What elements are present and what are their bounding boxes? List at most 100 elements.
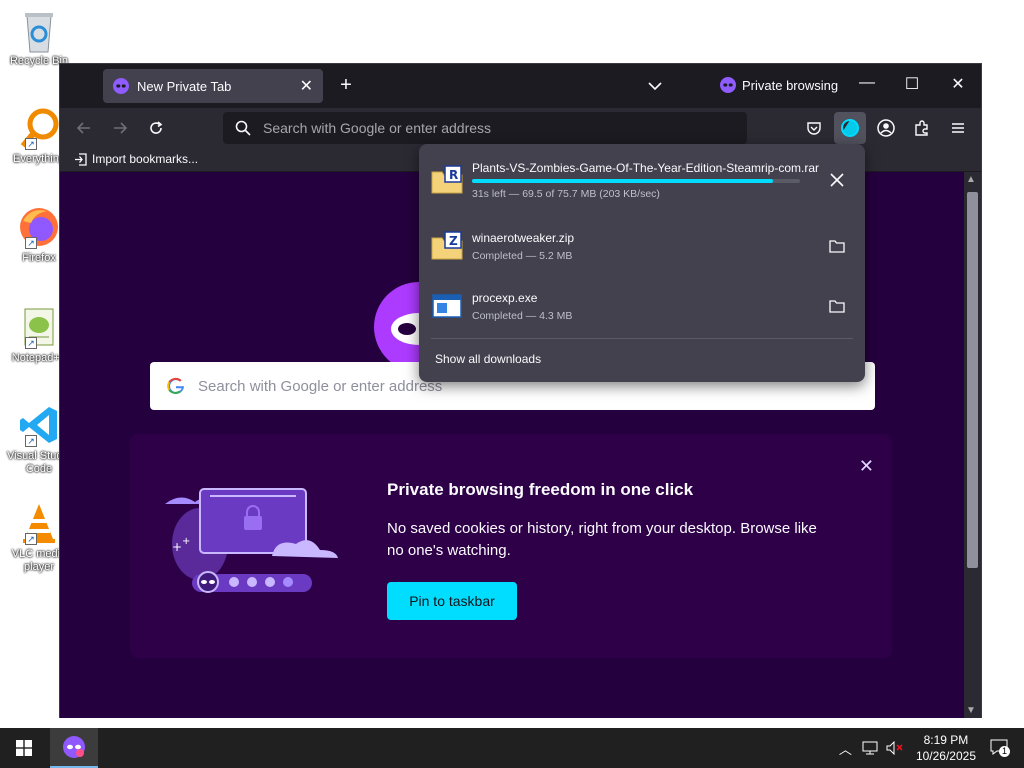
clock[interactable]: 8:19 PM 10/26/2025 [916, 732, 976, 764]
taskbar: ︿ 8:19 PM 10/26/2025 1 [0, 728, 1024, 768]
account-icon [877, 119, 895, 137]
vlc-icon: ↗ [17, 501, 61, 545]
download-progress-bar [472, 178, 800, 183]
import-bookmarks-button[interactable]: Import bookmarks... [74, 152, 198, 166]
download-progress-fill [472, 178, 774, 183]
import-bookmarks-label: Import bookmarks... [92, 152, 199, 166]
vscode-icon: ↗ [17, 403, 61, 447]
private-mask-icon [113, 78, 129, 94]
close-tab-icon[interactable]: ✕ [300, 76, 313, 96]
windows-logo-icon [16, 740, 32, 756]
divider [431, 338, 853, 339]
download-progress-icon [841, 119, 859, 137]
shortcut-arrow-icon: ↗ [25, 337, 37, 349]
google-logo-icon [167, 377, 184, 394]
pocket-icon [807, 122, 821, 135]
reload-icon [150, 121, 163, 134]
import-icon [75, 152, 87, 166]
downloads-button[interactable] [834, 112, 866, 144]
navigation-toolbar [60, 108, 981, 148]
close-window-button[interactable]: ✕ [946, 74, 970, 94]
clock-date: 10/26/2025 [915, 749, 976, 763]
firefox-icon: ↗ [17, 205, 61, 249]
private-window-illustration: + + [165, 488, 338, 593]
firefox-private-icon [63, 736, 85, 758]
volume-muted-icon[interactable] [886, 741, 904, 755]
taskbar-firefox-private[interactable] [50, 728, 98, 768]
everything-search-icon: ↗ [17, 106, 61, 150]
show-all-downloads-link[interactable]: Show all downloads [435, 352, 541, 366]
show-hidden-icons-chevron-icon[interactable]: ︿ [839, 739, 852, 758]
private-browsing-label: Private browsing [742, 77, 839, 93]
system-tray: ︿ 8:19 PM 10/26/2025 1 [839, 728, 1024, 768]
download-item[interactable]: Z winaerotweaker.zip Completed — 5.2 MB [431, 218, 853, 274]
download-status: 31s left — 69.5 of 75.7 MB (203 KB/sec) [472, 187, 660, 200]
minimize-button[interactable]: — [855, 74, 879, 92]
start-button[interactable] [0, 728, 48, 768]
tab-title: New Private Tab [137, 78, 232, 94]
private-browsing-indicator: Private browsing [720, 77, 838, 93]
shortcut-arrow-icon: ↗ [25, 533, 37, 545]
notepad-plus-plus-icon: ↗ [17, 305, 61, 349]
scroll-down-icon[interactable]: ▼ [966, 705, 976, 716]
private-mask-icon [720, 77, 736, 93]
forward-button[interactable] [108, 116, 132, 140]
svg-text:+: + [172, 540, 182, 554]
desktop-icon-recycle-bin[interactable]: Recycle Bin [4, 8, 74, 68]
cancel-download-button[interactable] [821, 164, 853, 196]
hamburger-menu-icon [952, 123, 964, 133]
svg-text:R: R [449, 168, 458, 182]
download-item[interactable]: procexp.exe Completed — 4.3 MB [431, 278, 853, 334]
app-menu-button[interactable] [946, 116, 970, 140]
folder-icon [829, 240, 845, 253]
account-button[interactable] [874, 116, 898, 140]
address-bar[interactable] [223, 112, 747, 144]
promo-body: No saved cookies or history, right from … [387, 520, 817, 559]
download-filename: procexp.exe [472, 290, 538, 305]
title-bar: New Private Tab ✕ + Private browsing — ☐… [60, 64, 981, 108]
tab-new-private-tab[interactable]: New Private Tab ✕ [103, 69, 323, 103]
back-arrow-icon [76, 122, 90, 134]
recycle-bin-icon [17, 8, 61, 53]
pocket-button[interactable] [802, 116, 826, 140]
promo-title: Private browsing freedom in one click [387, 480, 694, 499]
show-in-folder-button[interactable] [821, 290, 853, 322]
folder-icon [829, 300, 845, 313]
close-icon [830, 173, 844, 187]
download-filename: winaerotweaker.zip [472, 230, 575, 245]
pin-to-taskbar-button[interactable]: Pin to taskbar [387, 582, 517, 620]
scroll-up-icon[interactable]: ▲ [966, 174, 976, 185]
address-input[interactable] [263, 120, 747, 136]
shortcut-arrow-icon: ↗ [25, 237, 37, 249]
page-scrollbar[interactable]: ▲ ▼ [964, 172, 981, 718]
svg-text:+: + [182, 536, 190, 547]
zip-archive-icon: Z [431, 230, 463, 262]
downloads-panel: R Plants-VS-Zombies-Game-Of-The-Year-Edi… [419, 144, 865, 382]
download-filename: Plants-VS-Zombies-Game-Of-The-Year-Editi… [472, 160, 819, 175]
executable-file-icon [431, 290, 463, 322]
download-status: Completed — 4.3 MB [472, 309, 573, 322]
scrollbar-thumb[interactable] [967, 192, 978, 568]
reload-button[interactable] [144, 116, 168, 140]
list-all-tabs-chevron-icon[interactable] [646, 77, 664, 95]
svg-text:Z: Z [449, 234, 458, 248]
pin-to-taskbar-promo: ✕ + + Private browsing freedom in one cl… [130, 434, 892, 658]
shortcut-arrow-icon: ↗ [25, 138, 37, 150]
search-icon [235, 120, 251, 136]
clock-time: 8:19 PM [923, 733, 969, 747]
maximize-button[interactable]: ☐ [900, 74, 924, 94]
download-item[interactable]: R Plants-VS-Zombies-Game-Of-The-Year-Edi… [431, 152, 853, 208]
puzzle-piece-icon [915, 120, 928, 136]
action-center-button[interactable]: 1 [990, 739, 1014, 758]
notification-count-badge: 1 [999, 745, 1010, 757]
forward-arrow-icon [114, 122, 128, 134]
new-tab-button[interactable]: + [335, 75, 357, 97]
extensions-button[interactable] [910, 116, 934, 140]
download-status: Completed — 5.2 MB [472, 249, 573, 262]
close-promo-icon[interactable]: ✕ [859, 456, 874, 477]
network-icon[interactable] [862, 741, 878, 755]
rar-archive-icon: R [431, 164, 463, 196]
back-button[interactable] [72, 116, 96, 140]
show-in-folder-button[interactable] [821, 230, 853, 262]
shortcut-arrow-icon: ↗ [25, 435, 37, 447]
